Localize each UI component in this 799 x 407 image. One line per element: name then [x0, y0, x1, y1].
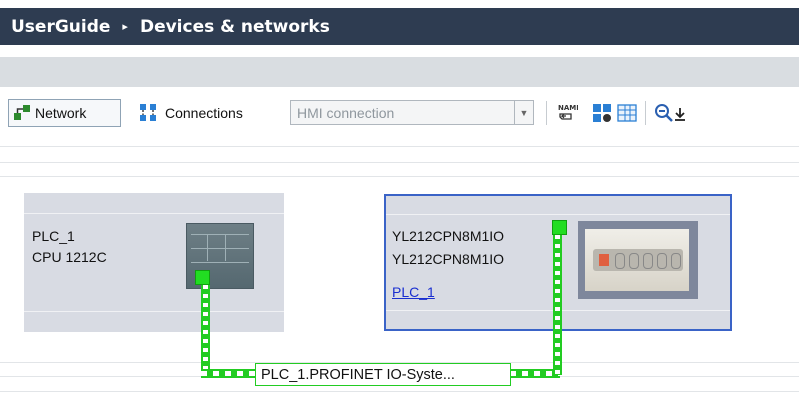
profinet-io-system-label[interactable]: PLC_1.PROFINET IO-Syste... — [255, 363, 511, 386]
connections-icon — [140, 104, 156, 121]
network-view-button[interactable]: Network — [8, 99, 121, 127]
plc-name: PLC_1 — [32, 228, 75, 244]
tab-strip — [0, 57, 799, 87]
io-device-name: YL212CPN8M1IO — [392, 228, 505, 244]
name-tag-icon[interactable]: NAME — [556, 102, 578, 124]
connection-type-select[interactable]: HMI connection ▼ — [290, 100, 534, 125]
breadcrumb-separator-icon: ▸ — [122, 20, 128, 33]
breadcrumb-current: Devices & networks — [139, 16, 330, 37]
connection-type-value: HMI connection — [297, 104, 395, 121]
connections-button[interactable]: Connections — [135, 99, 285, 127]
breadcrumb: UserGuide ▸ Devices & networks — [0, 8, 799, 45]
assign-device-icon[interactable] — [591, 102, 613, 124]
svg-text:NAME: NAME — [558, 104, 578, 112]
io-device-type: YL212CPN8M1IO — [392, 251, 505, 267]
canvas-gridline — [0, 391, 799, 392]
profinet-wire-left[interactable] — [201, 369, 257, 378]
canvas-gridline — [0, 176, 799, 177]
breadcrumb-root[interactable]: UserGuide — [11, 17, 110, 37]
network-view-toolbar: Network Connections HMI connection ▼ NAM… — [0, 95, 799, 133]
toolbar-divider — [546, 101, 547, 125]
io-device-image — [578, 221, 698, 299]
profinet-wire-io[interactable] — [553, 235, 562, 375]
toolbar-divider — [645, 101, 646, 125]
plc-type: CPU 1212C — [32, 249, 107, 265]
canvas-gridline — [0, 146, 799, 147]
io-profinet-port[interactable] — [552, 220, 567, 235]
canvas-gridline — [0, 162, 799, 163]
connections-label: Connections — [165, 105, 243, 121]
table-view-icon[interactable] — [616, 102, 638, 124]
plc-profinet-port[interactable] — [195, 270, 210, 285]
profinet-wire-plc[interactable] — [201, 285, 210, 373]
io-controller-link[interactable]: PLC_1 — [392, 284, 435, 300]
zoom-dropdown-icon[interactable] — [672, 102, 688, 124]
network-icon — [14, 105, 30, 120]
network-view-label: Network — [35, 105, 87, 121]
chevron-down-icon[interactable]: ▼ — [514, 101, 533, 124]
